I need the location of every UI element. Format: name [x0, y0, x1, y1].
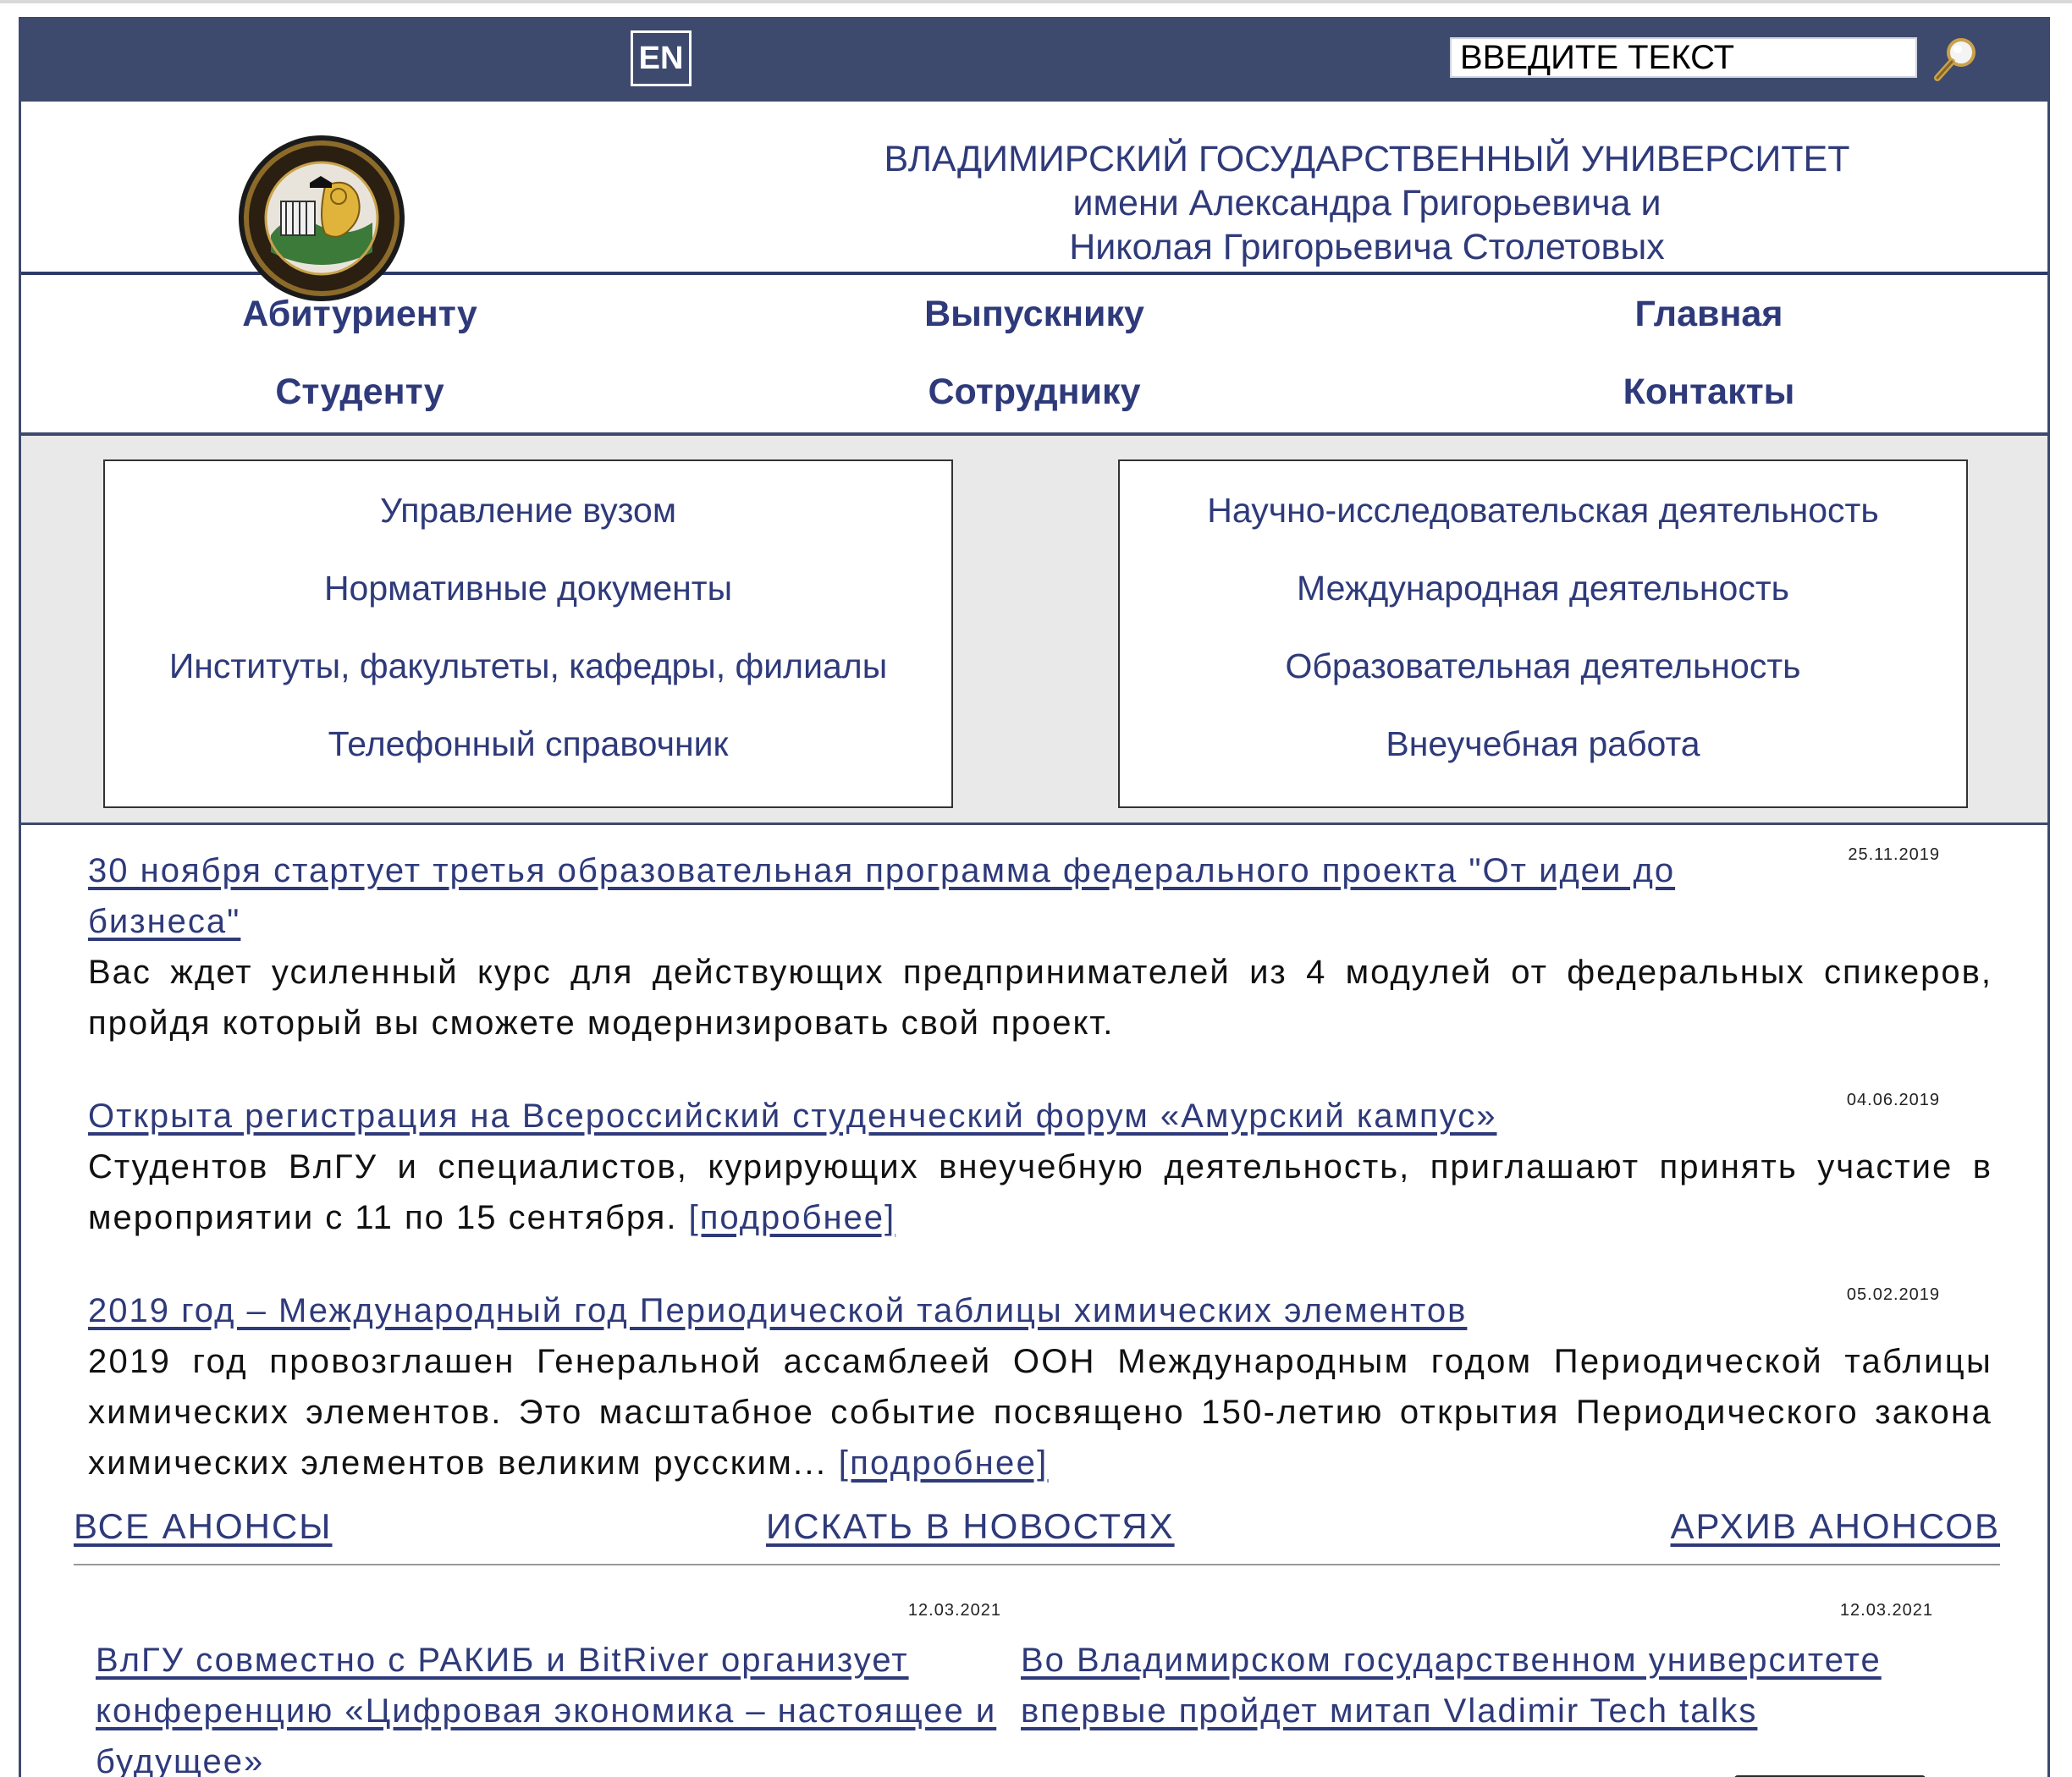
top-bar: EN: [21, 17, 2047, 102]
browser-top-line: [0, 0, 2072, 3]
announcement-title-link[interactable]: 2019 год – Международный год Периодическ…: [88, 1292, 1467, 1329]
language-switch-button[interactable]: EN: [631, 30, 692, 86]
announcement-item: 05.02.2019 2019 год – Международный год …: [88, 1285, 1992, 1488]
link-educational-activity[interactable]: Образовательная деятельность: [1120, 649, 1966, 684]
search-news-link[interactable]: ИСКАТЬ В НОВОСТЯХ: [766, 1506, 1175, 1547]
announcement-text: Вас ждет усиленный курс для действующих …: [88, 954, 1992, 1042]
site-header: ВЛАДИМИРСКИЙ ГОСУДАРСТВЕННЫЙ УНИВЕРСИТЕТ…: [21, 102, 2047, 301]
nav-graduate[interactable]: Выпускнику: [780, 294, 1288, 335]
announcements-archive-link[interactable]: АРХИВ АНОНСОВ: [1671, 1506, 2000, 1547]
link-regulatory-documents[interactable]: Нормативные документы: [105, 571, 951, 606]
announcement-date: 04.06.2019: [1846, 1091, 1940, 1109]
read-more-link[interactable]: [подробнее]: [689, 1199, 896, 1236]
announcement-text: 2019 год провозглашен Генеральной ассамб…: [88, 1336, 1992, 1488]
link-institutes-faculties[interactable]: Институты, факультеты, кафедры, филиалы: [105, 649, 951, 684]
announcement-date: 25.11.2019: [1848, 845, 1940, 864]
nav-home[interactable]: Главная: [1455, 294, 1963, 335]
search-icon[interactable]: [1929, 32, 1983, 86]
search-input[interactable]: [1450, 37, 1917, 78]
link-phone-directory[interactable]: Телефонный справочник: [105, 727, 951, 762]
page-frame: EN ВЛАДИМИРСКИЙ ГОСУДАРС: [19, 17, 2050, 1777]
nav-applicant[interactable]: Абитуриенту: [106, 294, 614, 335]
announcement-date: 05.02.2019: [1846, 1285, 1940, 1304]
announcement-title-link[interactable]: Открыта регистрация на Всероссийский сту…: [88, 1098, 1496, 1135]
announcement-text-body: Студентов ВлГУ и специалистов, курирующи…: [88, 1148, 1992, 1236]
quick-links-band: Управление вузом Нормативные документы И…: [21, 436, 2047, 825]
nav-contacts[interactable]: Контакты: [1455, 371, 1963, 413]
quick-links-right: Научно-исследовательская деятельность Ме…: [1118, 459, 1968, 808]
link-research-activity[interactable]: Научно-исследовательская деятельность: [1120, 493, 1966, 528]
link-international-activity[interactable]: Международная деятельность: [1120, 571, 1966, 606]
announcement-footer-links: ВСЕ АНОНСЫ ИСКАТЬ В НОВОСТЯХ АРХИВ АНОНС…: [74, 1506, 2000, 1565]
announcement-item: 04.06.2019 Открыта регистрация на Всерос…: [88, 1091, 1992, 1243]
news-card-title-link[interactable]: ВлГУ совместно с РАКИБ и BitRiver органи…: [96, 1635, 1001, 1777]
title-line-3: Николая Григорьевича Столетовых: [1069, 227, 1665, 267]
link-extracurricular-work[interactable]: Внеучебная работа: [1120, 727, 1966, 762]
announcement-text: Студентов ВлГУ и специалистов, курирующи…: [88, 1142, 1992, 1243]
university-title: ВЛАДИМИРСКИЙ ГОСУДАРСТВЕННЫЙ УНИВЕРСИТЕТ…: [783, 137, 1951, 269]
link-university-management[interactable]: Управление вузом: [105, 493, 951, 528]
title-line-1: ВЛАДИМИРСКИЙ ГОСУДАРСТВЕННЫЙ УНИВЕРСИТЕТ: [884, 139, 1850, 179]
nav-employee[interactable]: Сотруднику: [780, 371, 1288, 413]
main-navigation: Абитуриенту Выпускнику Главная Студенту …: [21, 275, 2047, 436]
nav-student[interactable]: Студенту: [106, 371, 614, 413]
news-card-title-link[interactable]: Во Владимирском государственном универси…: [1021, 1635, 1926, 1736]
news-card-date: 12.03.2021: [907, 1601, 1001, 1620]
quick-links-left: Управление вузом Нормативные документы И…: [103, 459, 953, 808]
announcement-title-link[interactable]: 30 ноября стартует третья образовательна…: [88, 852, 1675, 940]
title-line-2: имени Александра Григорьевича и: [1072, 183, 1661, 223]
news-card-date: 12.03.2021: [1839, 1601, 1933, 1620]
read-more-link[interactable]: [подробнее]: [839, 1444, 1049, 1482]
announcement-item: 25.11.2019 30 ноября стартует третья обр…: [88, 845, 1992, 1048]
all-announcements-link[interactable]: ВСЕ АНОНСЫ: [74, 1506, 333, 1547]
